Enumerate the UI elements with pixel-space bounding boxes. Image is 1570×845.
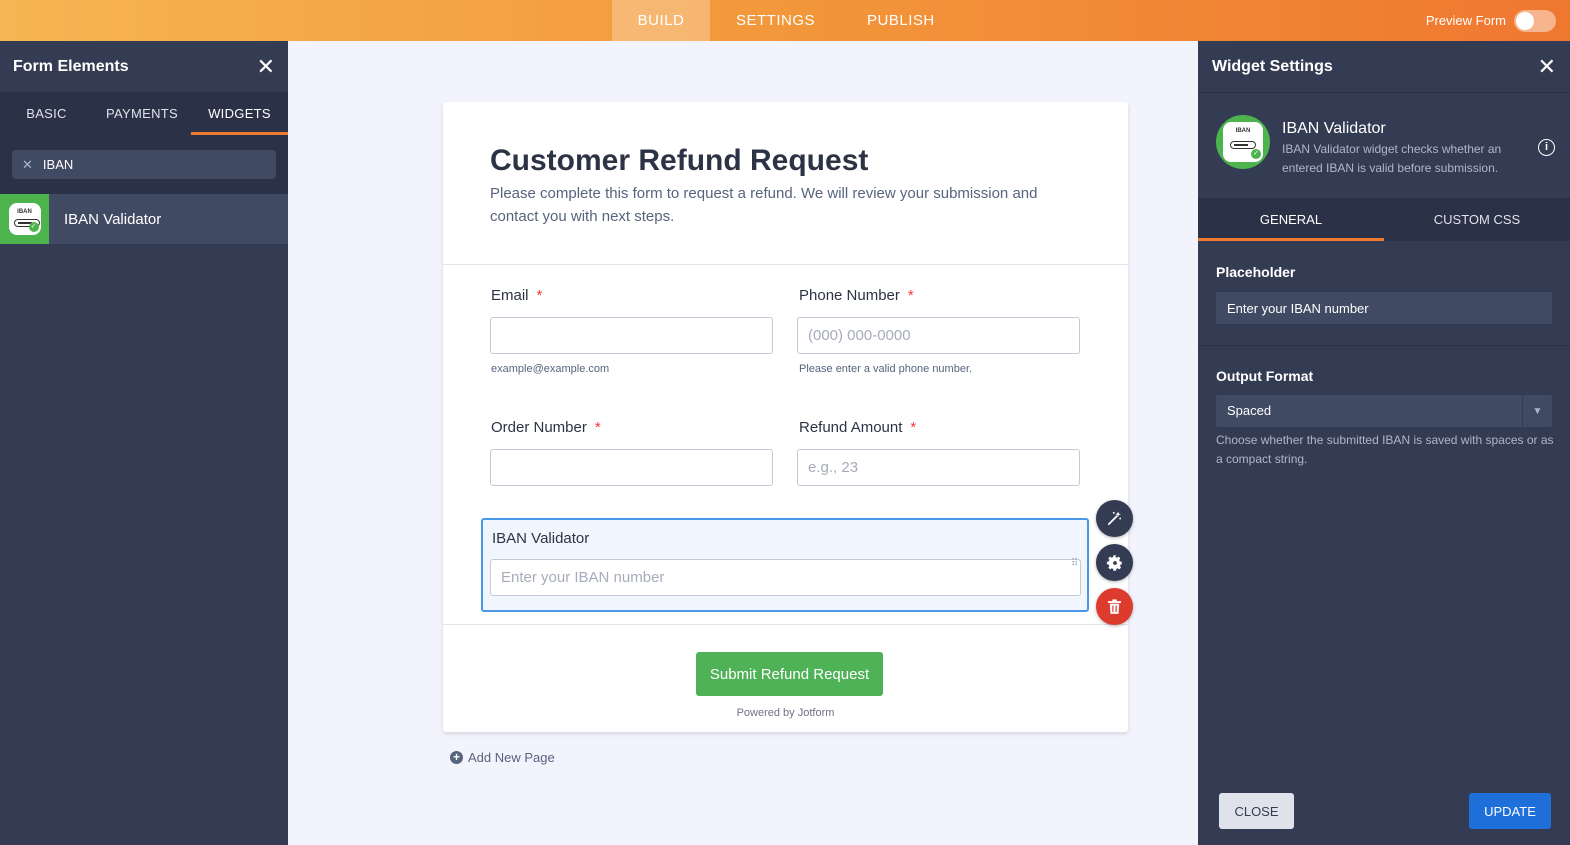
tab-general[interactable]: GENERAL — [1198, 198, 1384, 241]
placeholder-label: Placeholder — [1216, 264, 1296, 280]
element-tabs: BASIC PAYMENTS WIDGETS — [0, 92, 288, 135]
tab-custom-css[interactable]: CUSTOM CSS — [1384, 198, 1570, 241]
widget-item-label: IBAN Validator — [64, 210, 162, 228]
add-new-page-link[interactable]: + Add New Page — [450, 750, 555, 765]
tab-settings[interactable]: SETTINGS — [710, 0, 841, 41]
trash-icon[interactable] — [1096, 588, 1133, 625]
widget-item-iban-validator[interactable]: IBAN ✓ IBAN Validator — [0, 194, 288, 244]
form-elements-panel: Form Elements ✕ BASIC PAYMENTS WIDGETS ✕… — [0, 41, 288, 845]
tab-basic[interactable]: BASIC — [0, 92, 93, 135]
close-icon[interactable]: ✕ — [1538, 55, 1556, 78]
search-box: ✕ — [12, 150, 276, 179]
email-hint: example@example.com — [491, 363, 610, 375]
drag-handle-icon[interactable]: ⠿ — [1071, 559, 1081, 575]
magic-wand-icon[interactable] — [1096, 500, 1133, 537]
tab-widgets[interactable]: WIDGETS — [191, 92, 288, 135]
form-card: Customer Refund Request Please complete … — [443, 102, 1128, 732]
iban-validator-label: IBAN Validator — [492, 530, 590, 547]
placeholder-input[interactable] — [1216, 292, 1552, 324]
main-nav: BUILD SETTINGS PUBLISH — [612, 0, 961, 41]
phone-label: Phone Number * — [799, 287, 914, 304]
output-format-value: Spaced — [1227, 403, 1272, 418]
form-elements-title: Form Elements — [13, 57, 129, 75]
header-divider — [443, 264, 1128, 265]
plus-icon: + — [450, 751, 463, 764]
form-elements-header: Form Elements ✕ — [0, 41, 288, 92]
order-number-field[interactable] — [490, 449, 773, 486]
widget-name: IBAN Validator — [1282, 120, 1386, 137]
close-icon[interactable]: ✕ — [257, 55, 275, 78]
settings-tabs: GENERAL CUSTOM CSS — [1198, 198, 1570, 241]
order-number-label: Order Number * — [491, 419, 601, 436]
refund-amount-label: Refund Amount * — [799, 419, 917, 436]
widget-settings-panel: Widget Settings ✕ IBAN ✓ IBAN Validator … — [1198, 41, 1570, 845]
update-button[interactable]: UPDATE — [1469, 793, 1551, 829]
widget-info: IBAN ✓ IBAN Validator IBAN Validator wid… — [1198, 93, 1570, 196]
search-input[interactable] — [42, 157, 243, 172]
phone-field[interactable] — [797, 317, 1080, 354]
tab-publish[interactable]: PUBLISH — [841, 0, 961, 41]
iban-input[interactable] — [490, 559, 1081, 596]
widget-settings-header: Widget Settings ✕ — [1198, 41, 1570, 93]
iban-validator-field[interactable]: IBAN Validator ⠿ — [481, 518, 1089, 612]
preview-form-label: Preview Form — [1425, 13, 1506, 28]
output-format-label: Output Format — [1216, 368, 1314, 384]
iban-validator-icon: IBAN ✓ — [1216, 115, 1270, 169]
output-format-help: Choose whether the submitted IBAN is sav… — [1216, 433, 1554, 466]
form-title[interactable]: Customer Refund Request — [490, 144, 868, 178]
email-label: Email * — [491, 287, 543, 304]
footer-divider — [443, 624, 1128, 625]
gear-icon[interactable] — [1096, 544, 1133, 581]
close-button[interactable]: CLOSE — [1219, 793, 1294, 829]
chevron-down-icon: ▼ — [1522, 395, 1552, 427]
preview-form: Preview Form — [1426, 0, 1556, 41]
clear-search-icon[interactable]: ✕ — [22, 157, 33, 173]
phone-hint: Please enter a valid phone number. — [799, 363, 973, 375]
iban-validator-icon: IBAN ✓ — [0, 194, 49, 244]
email-field[interactable] — [490, 317, 773, 354]
powered-by: Powered by Jotform — [736, 707, 835, 719]
output-format-select[interactable]: Spaced ▼ — [1216, 395, 1552, 427]
widget-description: IBAN Validator widget checks whether an … — [1282, 142, 1502, 175]
info-icon[interactable]: i — [1538, 139, 1555, 156]
preview-form-toggle[interactable] — [1514, 9, 1556, 32]
add-new-page-label: Add New Page — [468, 750, 555, 765]
submit-button[interactable]: Submit Refund Request — [696, 652, 883, 696]
form-description[interactable]: Please complete this form to request a r… — [490, 182, 1080, 228]
top-bar: BUILD SETTINGS PUBLISH Preview Form — [0, 0, 1570, 41]
tab-payments[interactable]: PAYMENTS — [93, 92, 191, 135]
section-divider — [1198, 345, 1570, 346]
refund-amount-field[interactable] — [797, 449, 1080, 486]
tab-build[interactable]: BUILD — [612, 0, 710, 41]
widget-settings-title: Widget Settings — [1212, 57, 1333, 75]
search-area: ✕ — [0, 135, 288, 194]
